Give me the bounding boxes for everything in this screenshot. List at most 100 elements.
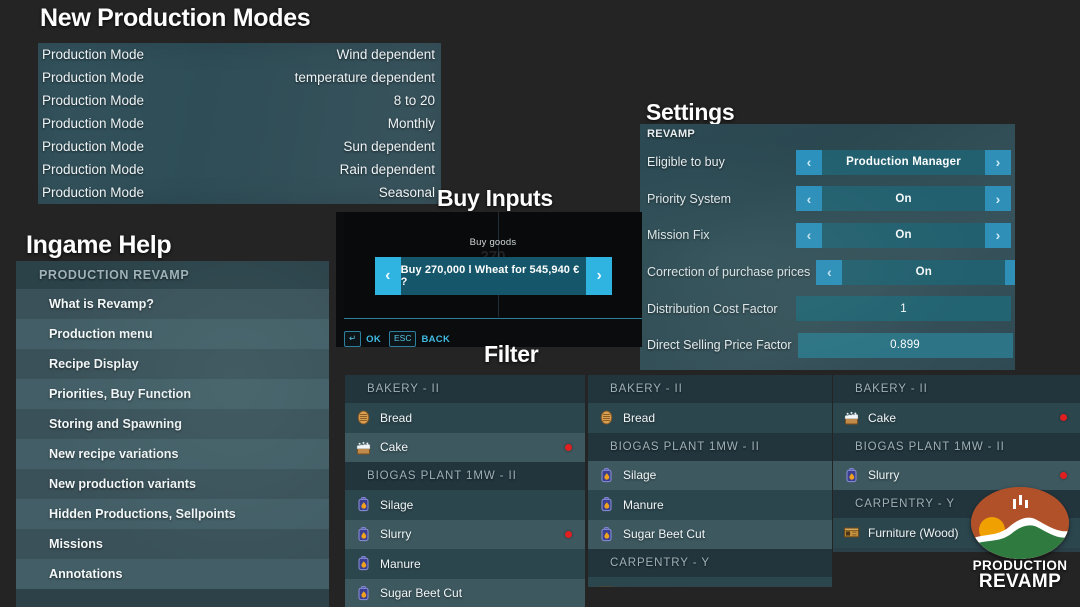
filter-item[interactable]: Manure xyxy=(345,549,585,579)
help-item-label: Missions xyxy=(49,537,103,551)
help-item-label: Priorities, Buy Function xyxy=(49,387,191,401)
filter-column-1: BAKERY - IIBreadCakeBIOGAS PLANT 1MW - I… xyxy=(345,375,585,607)
chevron-left-icon[interactable]: ‹ xyxy=(796,150,822,175)
settings-stepper[interactable]: ‹On› xyxy=(796,186,1011,211)
settings-row-label: Priority System xyxy=(647,192,790,206)
production-mode-row[interactable]: Production ModeSun dependent xyxy=(38,135,441,158)
cake-icon xyxy=(843,409,860,426)
settings-row[interactable]: Eligible to buy‹Production Manager› xyxy=(640,144,1015,181)
filter-item[interactable]: Bread xyxy=(345,403,585,433)
production-modes-title: New Production Modes xyxy=(40,4,310,33)
settings-value-field[interactable]: 0.899 xyxy=(798,333,1013,358)
filter-item[interactable]: Cake xyxy=(345,433,585,463)
buy-goods-caption: Buy goods xyxy=(344,237,642,248)
ingame-help-panel: PRODUCTION REVAMP What is Revamp? Product… xyxy=(16,261,329,607)
filter-item[interactable]: Sugar Beet Cut xyxy=(345,579,585,607)
production-mode-row[interactable]: Production ModeRain dependent xyxy=(38,158,441,181)
settings-row[interactable]: Priority System ‹On› xyxy=(640,181,1015,218)
filter-item[interactable]: Sugar Beet Cut xyxy=(588,520,832,550)
settings-stepper[interactable]: ‹On› xyxy=(796,223,1011,248)
chevron-right-icon[interactable]: › xyxy=(985,150,1011,175)
help-item-label: Production menu xyxy=(49,327,153,341)
settings-row[interactable]: Direct Selling Price Factor0.899 xyxy=(640,327,1015,364)
settings-row-label: Distribution Cost Factor xyxy=(647,302,790,316)
help-item[interactable]: What is Revamp? xyxy=(16,289,329,319)
dialog-action[interactable]: ↵OK xyxy=(344,331,381,347)
dialog-action[interactable]: ESCBACK xyxy=(389,331,450,347)
filter-item-label: Silage xyxy=(380,498,413,512)
help-item[interactable]: New production variants xyxy=(16,469,329,499)
help-item[interactable]: Annotations xyxy=(16,559,329,589)
filter-group-header: BAKERY - II xyxy=(588,375,832,403)
production-mode-value: Wind dependent xyxy=(144,47,435,62)
help-item-label: What is Revamp? xyxy=(49,297,154,311)
settings-row[interactable]: Correction of purchase prices‹On› xyxy=(640,254,1015,291)
chevron-right-icon[interactable]: › xyxy=(1005,260,1015,285)
help-item[interactable]: Recipe Display xyxy=(16,349,329,379)
help-item[interactable]: Storing and Spawning xyxy=(16,409,329,439)
settings-row[interactable]: Distribution Cost Factor 1 xyxy=(640,290,1015,327)
filter-title: Filter xyxy=(484,341,538,368)
help-section-header: PRODUCTION REVAMP xyxy=(16,261,329,289)
settings-row-label: Mission Fix xyxy=(647,228,790,242)
settings-rows: Eligible to buy‹Production Manager›Prior… xyxy=(640,144,1015,364)
key-glyph: ESC xyxy=(389,331,416,347)
filter-item[interactable]: Manure xyxy=(588,490,832,520)
filter-item[interactable]: Slurry xyxy=(833,461,1080,491)
chevron-right-icon[interactable]: › xyxy=(985,223,1011,248)
production-mode-label: Production Mode xyxy=(42,162,144,177)
filter-item[interactable]: Bread xyxy=(588,403,832,433)
help-item[interactable]: Priorities, Buy Function xyxy=(16,379,329,409)
production-mode-row[interactable]: Production ModeMonthly xyxy=(38,112,441,135)
filter-item-label: Sugar Beet Cut xyxy=(623,527,705,541)
settings-row-value: On xyxy=(822,186,985,211)
chevron-right-icon[interactable]: › xyxy=(985,186,1011,211)
filter-item-label: Slurry xyxy=(380,527,411,541)
settings-stepper[interactable]: ‹On› xyxy=(816,260,1015,285)
filter-group-header: BAKERY - II xyxy=(345,375,585,403)
chevron-left-icon[interactable]: ‹ xyxy=(375,257,401,295)
filter-item-label: Cake xyxy=(868,411,896,425)
logo-line-2: REVAMP xyxy=(968,571,1072,593)
filter-item[interactable]: Cake xyxy=(833,403,1080,433)
settings-value-field[interactable]: 1 xyxy=(796,296,1011,321)
filter-item-label: Furniture (Planks) xyxy=(623,585,718,587)
chevron-right-icon[interactable]: › xyxy=(586,257,612,295)
filter-item[interactable]: Furniture (Planks) xyxy=(588,577,832,587)
filter-item-label: Silage xyxy=(623,468,656,482)
production-mode-label: Production Mode xyxy=(42,47,144,62)
filter-item-label: Bread xyxy=(623,411,655,425)
status-dot-red xyxy=(565,444,572,451)
help-item[interactable]: New recipe variations xyxy=(16,439,329,469)
chevron-left-icon[interactable]: ‹ xyxy=(796,186,822,211)
filter-group-header: BIOGAS PLANT 1MW - II xyxy=(345,462,585,490)
buy-offer-value[interactable]: Buy 270,000 l Wheat for 545,940 € ? xyxy=(401,257,587,295)
settings-row[interactable]: Mission Fix ‹On› xyxy=(640,217,1015,254)
settings-row-value[interactable]: 0.899 xyxy=(798,333,1013,358)
help-item-label: Hidden Productions, Sellpoints xyxy=(49,507,236,521)
chevron-left-icon[interactable]: ‹ xyxy=(796,223,822,248)
help-item-label: New recipe variations xyxy=(49,447,179,461)
production-mode-row[interactable]: Production ModeWind dependent xyxy=(38,43,441,66)
production-mode-row[interactable]: Production Modetemperature dependent xyxy=(38,66,441,89)
help-item[interactable]: Missions xyxy=(16,529,329,559)
bread-icon xyxy=(598,409,615,426)
canister-icon xyxy=(598,496,615,513)
settings-row-value[interactable]: 1 xyxy=(796,296,1011,321)
production-mode-label: Production Mode xyxy=(42,93,144,108)
production-mode-value: Rain dependent xyxy=(144,162,435,177)
filter-item[interactable]: Slurry xyxy=(345,520,585,550)
help-item[interactable]: Hidden Productions, Sellpoints xyxy=(16,499,329,529)
production-mode-row[interactable]: Production Mode8 to 20 xyxy=(38,89,441,112)
help-item[interactable]: Production menu xyxy=(16,319,329,349)
buy-inputs-title: Buy Inputs xyxy=(437,185,553,212)
filter-group-header: CARPENTRY - Y xyxy=(588,549,832,577)
buy-offer-stepper[interactable]: ‹ Buy 270,000 l Wheat for 545,940 € ? › xyxy=(375,257,612,295)
status-dot-red xyxy=(565,531,572,538)
chevron-left-icon[interactable]: ‹ xyxy=(816,260,842,285)
filter-item[interactable]: Silage xyxy=(588,461,832,491)
filter-item[interactable]: Silage xyxy=(345,490,585,520)
help-item-label: Storing and Spawning xyxy=(49,417,182,431)
production-mode-row[interactable]: Production ModeSeasonal xyxy=(38,181,441,204)
settings-stepper[interactable]: ‹Production Manager› xyxy=(796,150,1011,175)
